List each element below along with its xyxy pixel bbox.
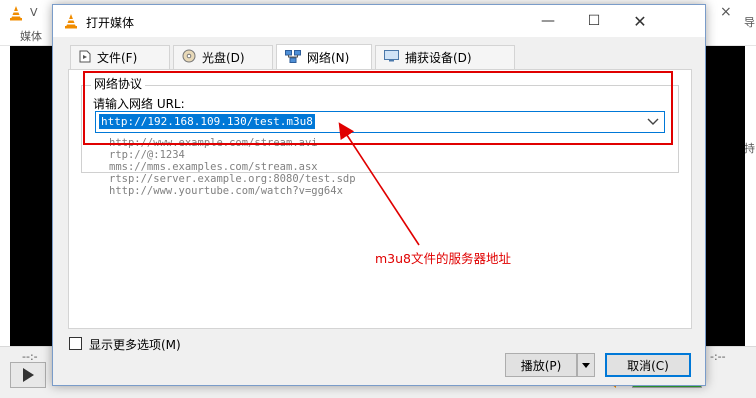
vlc-main-close-icon[interactable]: × xyxy=(720,4,732,20)
vlc-cone-icon xyxy=(8,5,24,24)
play-button[interactable]: 播放(P) xyxy=(505,353,577,377)
play-dropdown-button[interactable] xyxy=(577,353,595,377)
play-control-button[interactable] xyxy=(10,362,46,388)
menu-media[interactable]: 媒体 xyxy=(20,28,42,44)
open-media-dialog: 打开媒体 — ☐ ✕ 文件(F) 光盘(D) 网络(N) 捕获设备(D) 网络协… xyxy=(52,4,706,386)
annotation-label: m3u8文件的服务器地址 xyxy=(375,251,512,266)
annotation-arrow xyxy=(338,122,420,246)
play-icon xyxy=(22,368,34,382)
remaining-time: -:-- xyxy=(710,350,726,363)
vlc-main-title: V xyxy=(30,6,38,19)
show-more-options-label[interactable]: 显示更多选项(M) xyxy=(89,336,181,353)
caret-down-icon xyxy=(582,362,590,368)
vlc-right-fragment: 导 xyxy=(744,16,755,29)
vlc-right-fragment: 持 xyxy=(744,142,755,155)
show-more-options-checkbox[interactable] xyxy=(69,337,82,350)
cancel-button[interactable]: 取消(C) xyxy=(605,353,691,377)
